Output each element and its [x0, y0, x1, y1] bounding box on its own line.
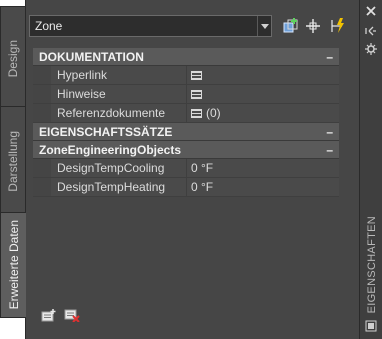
edit-dialog-icon[interactable] [191, 89, 202, 99]
chevron-down-icon [257, 16, 271, 36]
property-row-hinweise[interactable]: Hinweise [33, 85, 339, 104]
palette-menu-icon[interactable] [363, 319, 379, 333]
quick-select-icon[interactable] [328, 16, 348, 36]
category-eigenschaftssaetze[interactable]: EIGENSCHAFTSSÄTZE – [33, 123, 339, 141]
palette-title: EIGENSCHAFTEN [365, 216, 378, 314]
category-zoneengineeringobjects[interactable]: ZoneEngineeringObjects – [33, 141, 339, 159]
property-name: DesignTempCooling [51, 159, 187, 177]
properties-palette: Design Darstellung Erweiterte Daten Zone [0, 0, 382, 339]
property-grid: DOKUMENTATION – Hyperlink Hinweise Refer… [33, 48, 339, 197]
reference-count: (0) [206, 106, 221, 120]
object-type-dropdown[interactable]: Zone [29, 15, 272, 37]
property-value[interactable]: 0 °F [187, 159, 339, 177]
property-row-hyperlink[interactable]: Hyperlink [33, 66, 339, 85]
tab-darstellung[interactable]: Darstellung [0, 106, 25, 216]
property-name: DesignTempHeating [51, 178, 187, 196]
property-row-referenzdokumente[interactable]: Referenzdokumente (0) [33, 104, 339, 123]
close-icon[interactable] [363, 4, 379, 18]
property-value[interactable] [187, 85, 339, 103]
property-name: Hinweise [51, 85, 187, 103]
property-value[interactable] [187, 66, 339, 84]
category-dokumentation[interactable]: DOKUMENTATION – [33, 48, 339, 66]
tab-design[interactable]: Design [0, 6, 25, 112]
tab-darstellung-label: Darstellung [6, 130, 20, 192]
edit-dialog-icon[interactable] [191, 70, 202, 80]
property-name: Hyperlink [51, 66, 187, 84]
select-objects-icon[interactable] [281, 16, 301, 36]
remove-property-sets-icon[interactable] [64, 308, 80, 323]
collapse-toggle[interactable]: – [326, 125, 333, 139]
property-row-designtempheating[interactable]: DesignTempHeating 0 °F [33, 178, 339, 197]
category-title: DOKUMENTATION [39, 49, 144, 64]
category-title: ZoneEngineeringObjects [39, 142, 182, 157]
collapse-toggle[interactable]: – [326, 143, 333, 157]
add-property-sets-icon[interactable] [41, 308, 57, 322]
autohide-icon[interactable] [363, 24, 379, 38]
property-value[interactable]: 0 °F [187, 178, 339, 196]
palette-title-bar: EIGENSCHAFTEN [359, 0, 382, 339]
property-row-designtempcooling[interactable]: DesignTempCooling 0 °F [33, 159, 339, 178]
pickadd-icon[interactable] [303, 16, 323, 36]
collapse-toggle[interactable]: – [326, 50, 333, 64]
object-type-value: Zone [35, 19, 63, 33]
category-title: EIGENSCHAFTSSÄTZE [39, 124, 173, 139]
tab-design-label: Design [6, 40, 20, 78]
tab-erweiterte-daten[interactable]: Erweiterte Daten [0, 212, 26, 318]
property-value[interactable]: (0) [187, 104, 339, 122]
tab-erweiterte-daten-label: Erweiterte Daten [6, 220, 21, 310]
edit-dialog-icon[interactable] [191, 108, 202, 118]
property-name: Referenzdokumente [51, 104, 187, 122]
palette-properties-icon[interactable] [363, 42, 379, 56]
